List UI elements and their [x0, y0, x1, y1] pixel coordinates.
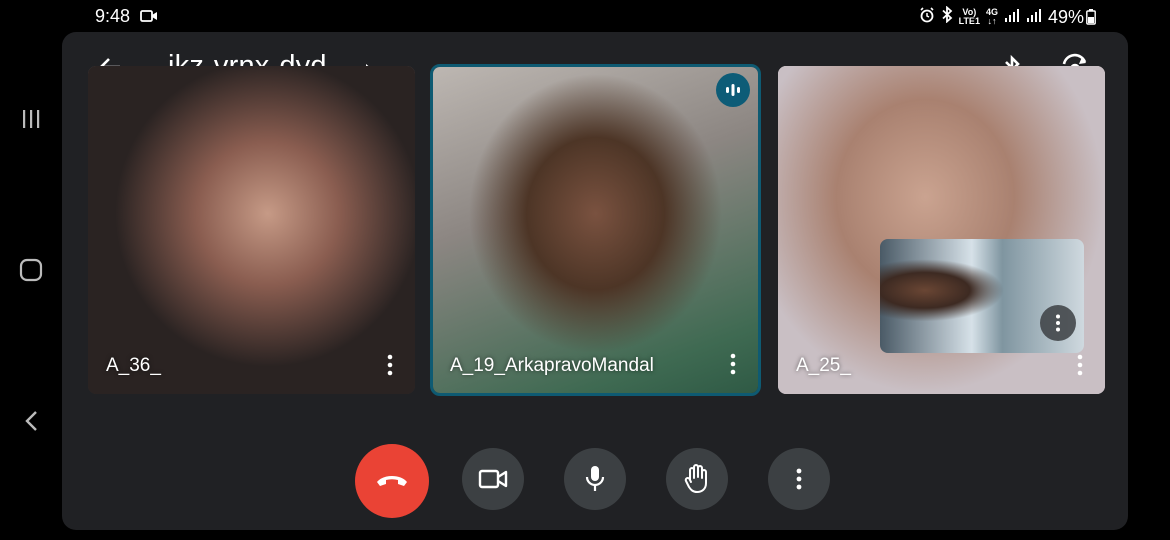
status-bar: 9:48 Vo) LTE1 4G ↓↑ 49% — [0, 0, 1170, 32]
call-controls — [0, 444, 1170, 518]
more-options-button[interactable] — [768, 448, 830, 510]
more-vert-icon — [1056, 314, 1060, 332]
mic-icon — [585, 466, 605, 491]
end-call-button[interactable] — [355, 444, 429, 518]
more-vert-icon[interactable] — [728, 353, 738, 375]
participant-video — [433, 67, 758, 393]
battery-icon — [1086, 9, 1096, 30]
alarm-icon — [919, 6, 935, 28]
participant-name: A_25_ — [796, 355, 851, 376]
speaking-icon — [716, 73, 750, 107]
screen-record-icon — [140, 9, 158, 28]
participant-tile-active-speaker[interactable]: A_19_ArkapravoMandal — [430, 64, 761, 396]
recent-apps-icon — [23, 110, 40, 128]
raise-hand-icon — [684, 464, 707, 493]
recent-apps-button[interactable] — [14, 102, 48, 136]
network-type-label: Vo) LTE1 — [958, 7, 980, 26]
more-vert-icon — [796, 468, 802, 490]
mic-toggle-button[interactable] — [564, 448, 626, 510]
hang-up-icon — [377, 476, 407, 486]
participant-name: A_36_ — [106, 355, 161, 376]
home-button[interactable] — [14, 253, 48, 287]
raise-hand-button[interactable] — [666, 448, 728, 510]
more-vert-icon[interactable] — [1075, 354, 1085, 376]
back-nav-button[interactable] — [14, 404, 48, 438]
data-4g-label: 4G ↓↑ — [985, 7, 998, 26]
signal-icon-1 — [1004, 7, 1020, 28]
back-chevron-icon — [25, 411, 37, 431]
status-time: 9:48 — [95, 6, 131, 26]
bluetooth-status-icon — [941, 5, 953, 28]
participant-name: A_19_ArkapravoMandal — [450, 355, 654, 376]
more-vert-icon[interactable] — [385, 354, 395, 376]
signal-icon-2 — [1026, 7, 1042, 28]
status-icons: Vo) LTE1 4G ↓↑ 49% — [919, 5, 1100, 28]
participant-tile[interactable]: A_36_ — [88, 66, 415, 394]
self-view-more-button[interactable] — [1040, 305, 1076, 341]
battery-percent: 49% — [1047, 6, 1084, 27]
participant-video — [88, 66, 415, 394]
videocam-icon — [478, 469, 508, 489]
self-view-video[interactable] — [880, 239, 1084, 353]
home-icon — [19, 258, 43, 282]
camera-toggle-button[interactable] — [462, 448, 524, 510]
